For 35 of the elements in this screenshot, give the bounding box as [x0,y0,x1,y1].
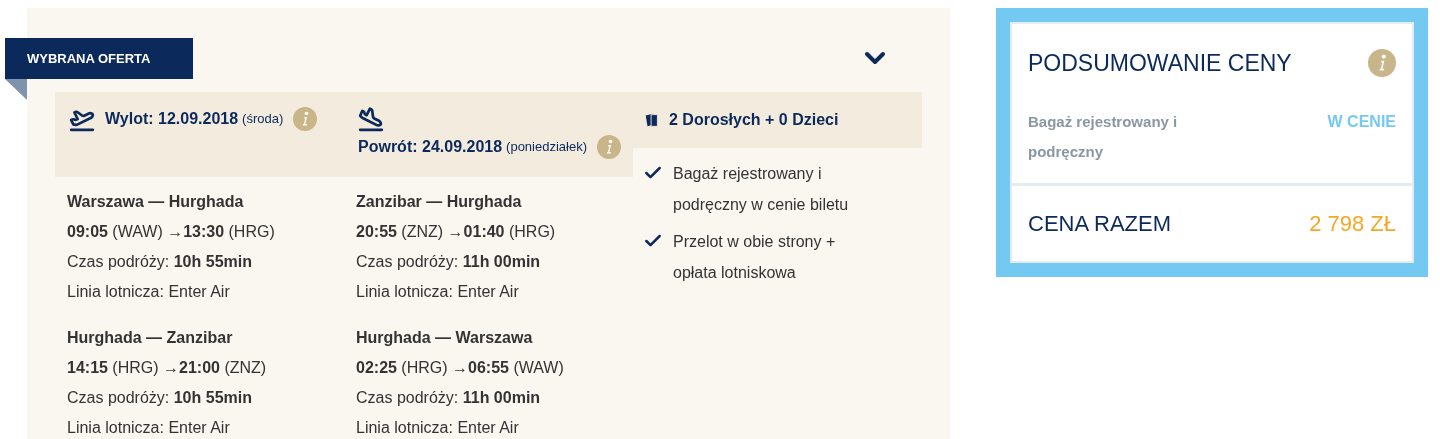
total-label: CENA RAZEM [1028,209,1172,238]
info-icon[interactable] [597,134,621,159]
airline: Linia lotnicza: Enter Air [356,282,520,302]
route-title: Hurghada — Zanzibar [67,328,234,348]
info-icon[interactable] [293,106,318,131]
travel-time: Czas podróży: 11h 00min [356,388,542,408]
info-icon[interactable] [1368,49,1396,78]
travel-time: Czas podróży: 11h 00min [356,252,542,272]
route-title: Hurghada — Warszawa [356,328,534,348]
summary-title: PODSUMOWANIE CENY [1028,49,1292,78]
tickets-icon [643,111,661,129]
flight-times: 02:25 (HRG) →06:55 (WAW) [356,358,565,378]
travel-time: Czas podróży: 10h 55min [67,388,253,408]
flight-day: (poniedziałek) [506,138,587,154]
flight-date: Powrót: 24.09.2018 [358,137,503,155]
summary-item-label: Bagaż rejestrowany i podręczny [1028,111,1179,162]
inclusion-text: Bagaż rejestrowany i podręczny w cenie biletu [673,164,850,215]
flight-times: 09:05 (WAW) →13:30 (HRG) [67,222,276,242]
airline: Linia lotnicza: Enter Air [67,282,231,302]
total-price: 2 798 ZŁ [1309,209,1396,238]
inclusion-text: Przelot w obie strony + opłata lotniskowa [673,232,837,283]
route-title: Warszawa — Hurghada [67,192,245,212]
summary-item-value: W CENIE [1327,111,1396,132]
airline: Linia lotnicza: Enter Air [356,418,520,438]
flight-times: 20:55 (ZNZ) →01:40 (HRG) [356,222,557,242]
passengers-count: 2 Dorosłych + 0 Dzieci [669,110,839,130]
flight-times: 14:15 (HRG) →21:00 (ZNZ) [67,358,268,378]
travel-time: Czas podróży: 10h 55min [67,252,253,272]
ribbon-fold [5,79,27,100]
flight-date: Wylot: 12.09.2018 [105,109,239,127]
airline: Linia lotnicza: Enter Air [67,418,231,438]
plane-landing-icon [358,105,384,132]
flight-day: (środa) [242,110,284,126]
offer-ribbon: WYBRANA OFERTA [5,38,193,79]
route-title: Zanzibar — Hurghada [356,192,523,212]
